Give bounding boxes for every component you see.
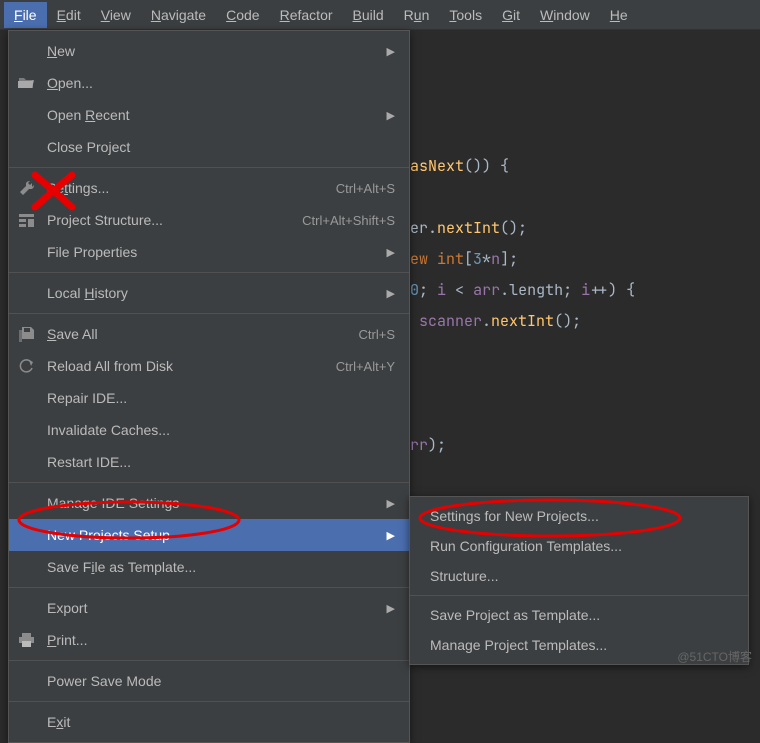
menu-file-properties[interactable]: File Properties ▶ [9,236,409,268]
menu-separator [9,167,409,168]
menu-open-recent[interactable]: Open Recent ▶ [9,99,409,131]
menu-separator [9,482,409,483]
shortcut-label: Ctrl+Alt+S [336,181,395,196]
menubar-git[interactable]: Git [492,2,530,28]
save-all-icon [15,327,37,342]
chevron-right-icon: ▶ [387,602,395,615]
wrench-icon [15,181,37,196]
file-menu: New ▶ Open... Open Recent ▶ Close Projec… [8,30,410,743]
menubar-tools[interactable]: Tools [439,2,492,28]
menu-separator [9,272,409,273]
menu-new-projects-setup[interactable]: New Projects Setup ▶ [9,519,409,551]
menubar-build[interactable]: Build [343,2,394,28]
folder-open-icon [15,76,37,90]
menu-separator [9,313,409,314]
chevron-right-icon: ▶ [387,529,395,542]
menu-reload-all[interactable]: Reload All from Disk Ctrl+Alt+Y [9,350,409,382]
submenu-structure[interactable]: Structure... [410,561,748,591]
menu-separator [410,595,748,596]
menu-local-history[interactable]: Local History ▶ [9,277,409,309]
menu-new[interactable]: New ▶ [9,35,409,67]
code-line: 0; i < arr.length; i++) { [410,280,635,300]
code-line: er.nextInt(); [410,218,527,238]
watermark: @51CTO博客 [677,648,752,665]
code-editor[interactable]: asNext()) { er.nextInt(); ew int[3*n]; 0… [410,120,635,461]
chevron-right-icon: ▶ [387,109,395,122]
menubar-code[interactable]: Code [216,2,269,28]
submenu-settings-new-projects[interactable]: Settings for New Projects... [410,501,748,531]
code-line: ew int[3*n]; [410,249,518,269]
menu-save-file-as-template[interactable]: Save File as Template... [9,551,409,583]
new-projects-setup-submenu: Settings for New Projects... Run Configu… [409,496,749,665]
code-line: scanner.nextInt(); [410,311,581,331]
submenu-save-project-template[interactable]: Save Project as Template... [410,600,748,630]
menubar: File Edit View Navigate Code Refactor Bu… [0,0,760,30]
menu-export[interactable]: Export ▶ [9,592,409,624]
menu-settings[interactable]: Settings... Ctrl+Alt+S [9,172,409,204]
shortcut-label: Ctrl+Alt+Shift+S [302,213,395,228]
menubar-navigate[interactable]: Navigate [141,2,216,28]
menubar-window[interactable]: Window [530,2,600,28]
code-token: ()) { [464,156,509,176]
menu-separator [9,701,409,702]
menu-print[interactable]: Print... [9,624,409,656]
menu-save-all[interactable]: Save All Ctrl+S [9,318,409,350]
menu-project-structure[interactable]: Project Structure... Ctrl+Alt+Shift+S [9,204,409,236]
chevron-right-icon: ▶ [387,246,395,259]
menubar-file[interactable]: File [4,2,47,28]
shortcut-label: Ctrl+Alt+Y [336,359,395,374]
menubar-help[interactable]: He [600,2,638,28]
menu-repair-ide[interactable]: Repair IDE... [9,382,409,414]
chevron-right-icon: ▶ [387,45,395,58]
menu-open[interactable]: Open... [9,67,409,99]
menu-manage-ide-settings[interactable]: Manage IDE Settings ▶ [9,487,409,519]
menubar-run[interactable]: Run [394,2,440,28]
menu-separator [9,587,409,588]
chevron-right-icon: ▶ [387,287,395,300]
submenu-run-config-templates[interactable]: Run Configuration Templates... [410,531,748,561]
menu-invalidate-caches[interactable]: Invalidate Caches... [9,414,409,446]
project-structure-icon [15,214,37,227]
code-line: rr); [410,435,446,455]
menu-exit[interactable]: Exit [9,706,409,738]
menubar-refactor[interactable]: Refactor [270,2,343,28]
menubar-view[interactable]: View [91,2,141,28]
reload-icon [15,359,37,374]
code-token: asNext [410,156,464,176]
chevron-right-icon: ▶ [387,497,395,510]
menu-power-save-mode[interactable]: Power Save Mode [9,665,409,697]
menu-restart-ide[interactable]: Restart IDE... [9,446,409,478]
menu-separator [9,660,409,661]
shortcut-label: Ctrl+S [359,327,395,342]
menu-close-project[interactable]: Close Project [9,131,409,163]
print-icon [15,633,37,647]
menubar-edit[interactable]: Edit [47,2,91,28]
